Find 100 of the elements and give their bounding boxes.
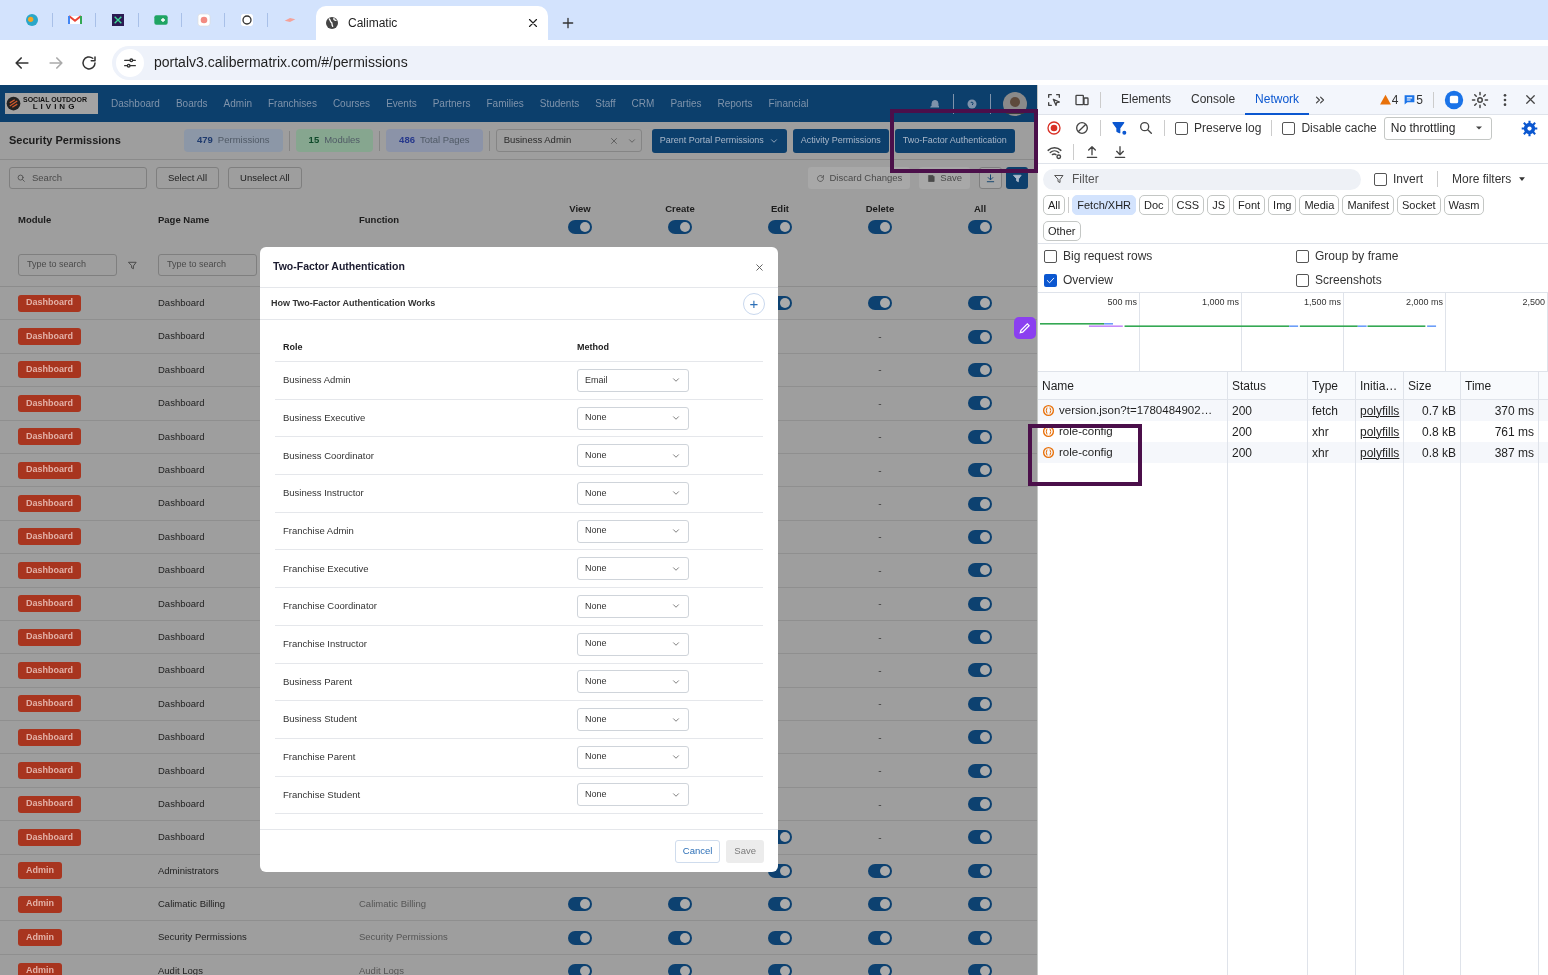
toggle-switch[interactable] [668,930,692,945]
toggle-switch[interactable] [968,730,992,745]
devtools-tab[interactable]: Elements [1111,85,1182,115]
toggle-switch[interactable] [568,220,592,235]
type-filter-chip[interactable]: Media [1299,195,1340,215]
method-select[interactable]: None [577,632,689,656]
type-filter-chip[interactable]: Fetch/XHR [1072,195,1137,215]
cancel-button[interactable]: Cancel [674,839,721,863]
new-tab-icon[interactable] [560,15,576,31]
nav-link[interactable]: Franchises [267,96,317,111]
toggle-switch[interactable] [968,630,992,645]
select-button[interactable]: Unselect All [228,167,302,189]
record-icon[interactable] [1046,120,1062,136]
column-header[interactable]: Type [1312,376,1338,395]
nav-link[interactable]: Staff [595,96,616,111]
nav-link[interactable]: Courses [332,96,371,111]
settings-icon[interactable] [1521,119,1538,137]
type-filter-chip[interactable]: All [1043,195,1066,215]
throttling-select[interactable]: No throttling [1383,116,1492,140]
nav-link[interactable]: Boards [175,96,208,111]
role-select[interactable]: Business Admin [495,129,642,152]
type-filter-chip[interactable]: Socket [1396,195,1441,215]
pencil-button[interactable] [1014,317,1036,339]
browser-tab[interactable]: Calimatic [316,6,548,40]
toggle-switch[interactable] [768,930,792,945]
filter-input[interactable]: Type to search [18,254,117,276]
method-select[interactable]: None [577,406,689,430]
toggle-switch[interactable] [868,964,892,975]
devtools-tab[interactable]: Network [1245,85,1310,115]
toggle-switch[interactable] [868,220,892,235]
nav-link[interactable]: Partners [432,96,471,111]
toggle-switch[interactable] [968,329,992,344]
toggle-switch[interactable] [668,964,692,975]
search-icon[interactable] [1138,120,1154,136]
method-select[interactable]: Email [577,368,689,392]
upload-icon[interactable] [1084,144,1100,160]
header-button[interactable]: Parent Portal Permissions [651,128,787,153]
nav-link[interactable]: Dashboard [111,96,160,111]
reload-icon[interactable] [80,53,98,72]
toggle-switch[interactable] [668,897,692,912]
toggle-switch[interactable] [768,964,792,975]
card-plus-icon[interactable] [152,12,169,28]
toggle-switch[interactable] [568,964,592,975]
toggle-switch[interactable] [568,897,592,912]
toggle-switch[interactable] [968,496,992,511]
toggle-switch[interactable] [868,930,892,945]
header-button[interactable]: Two-Factor Authentication [894,128,1015,153]
method-select[interactable]: None [577,519,689,543]
help-icon[interactable] [966,97,978,110]
toggle-switch[interactable] [968,696,992,711]
toggle-switch[interactable] [868,897,892,912]
column-header[interactable]: Time [1465,376,1492,395]
download-icon[interactable] [1112,144,1128,160]
method-select[interactable]: None [577,745,689,769]
method-select[interactable]: None [577,594,689,618]
toggle-switch[interactable] [968,863,992,878]
toggle-switch[interactable] [968,797,992,812]
checkbox[interactable] [1044,273,1057,287]
toggle-switch[interactable] [968,964,992,975]
type-filter-chip[interactable]: Manifest [1342,195,1394,215]
avatar-icon[interactable] [1003,91,1027,116]
checkbox[interactable] [1044,249,1057,263]
square-logo-icon[interactable] [109,12,126,28]
type-filter-chip[interactable]: Other [1043,221,1081,241]
column-header[interactable]: Initia… [1360,376,1398,395]
devtools-tab[interactable]: Console [1181,85,1246,115]
toggle-switch[interactable] [968,763,992,778]
toggle-switch[interactable] [968,897,992,912]
column-header[interactable]: Size [1408,376,1432,395]
type-filter-chip[interactable]: Wasm [1443,195,1485,215]
method-select[interactable]: None [577,783,689,807]
toggle-switch[interactable] [968,529,992,544]
toggle-switch[interactable] [668,220,692,235]
toggle-switch[interactable] [968,930,992,945]
toggle-switch[interactable] [968,563,992,578]
bell-icon[interactable] [929,97,941,110]
nav-link[interactable]: Financial [768,96,809,111]
nav-link[interactable]: Reports [717,96,753,111]
request-name[interactable]: role-config [1059,422,1113,441]
assistant-icon[interactable] [1444,89,1464,110]
inspect-icon[interactable] [1046,91,1062,108]
nav-link[interactable]: Admin [223,96,252,111]
more-filters-button[interactable]: More filters [1452,170,1528,188]
close-icon[interactable] [1523,92,1538,107]
filter-icon[interactable] [127,259,138,271]
checkbox[interactable] [1296,249,1309,263]
method-select[interactable]: None [577,444,689,468]
method-select[interactable]: None [577,670,689,694]
initiator-link[interactable]: polyfills [1360,422,1400,441]
toggle-switch[interactable] [768,220,792,235]
toggle-switch[interactable] [868,296,892,311]
initiator-link[interactable]: polyfills [1360,401,1400,420]
method-select[interactable]: None [577,481,689,505]
filter-input[interactable]: Type to search [158,254,257,276]
method-select[interactable]: None [577,708,689,732]
request-name[interactable]: role-config [1059,443,1113,462]
toggle-switch[interactable] [968,830,992,845]
method-select[interactable]: None [577,557,689,581]
toggle-switch[interactable] [968,663,992,678]
toggle-switch[interactable] [968,296,992,311]
